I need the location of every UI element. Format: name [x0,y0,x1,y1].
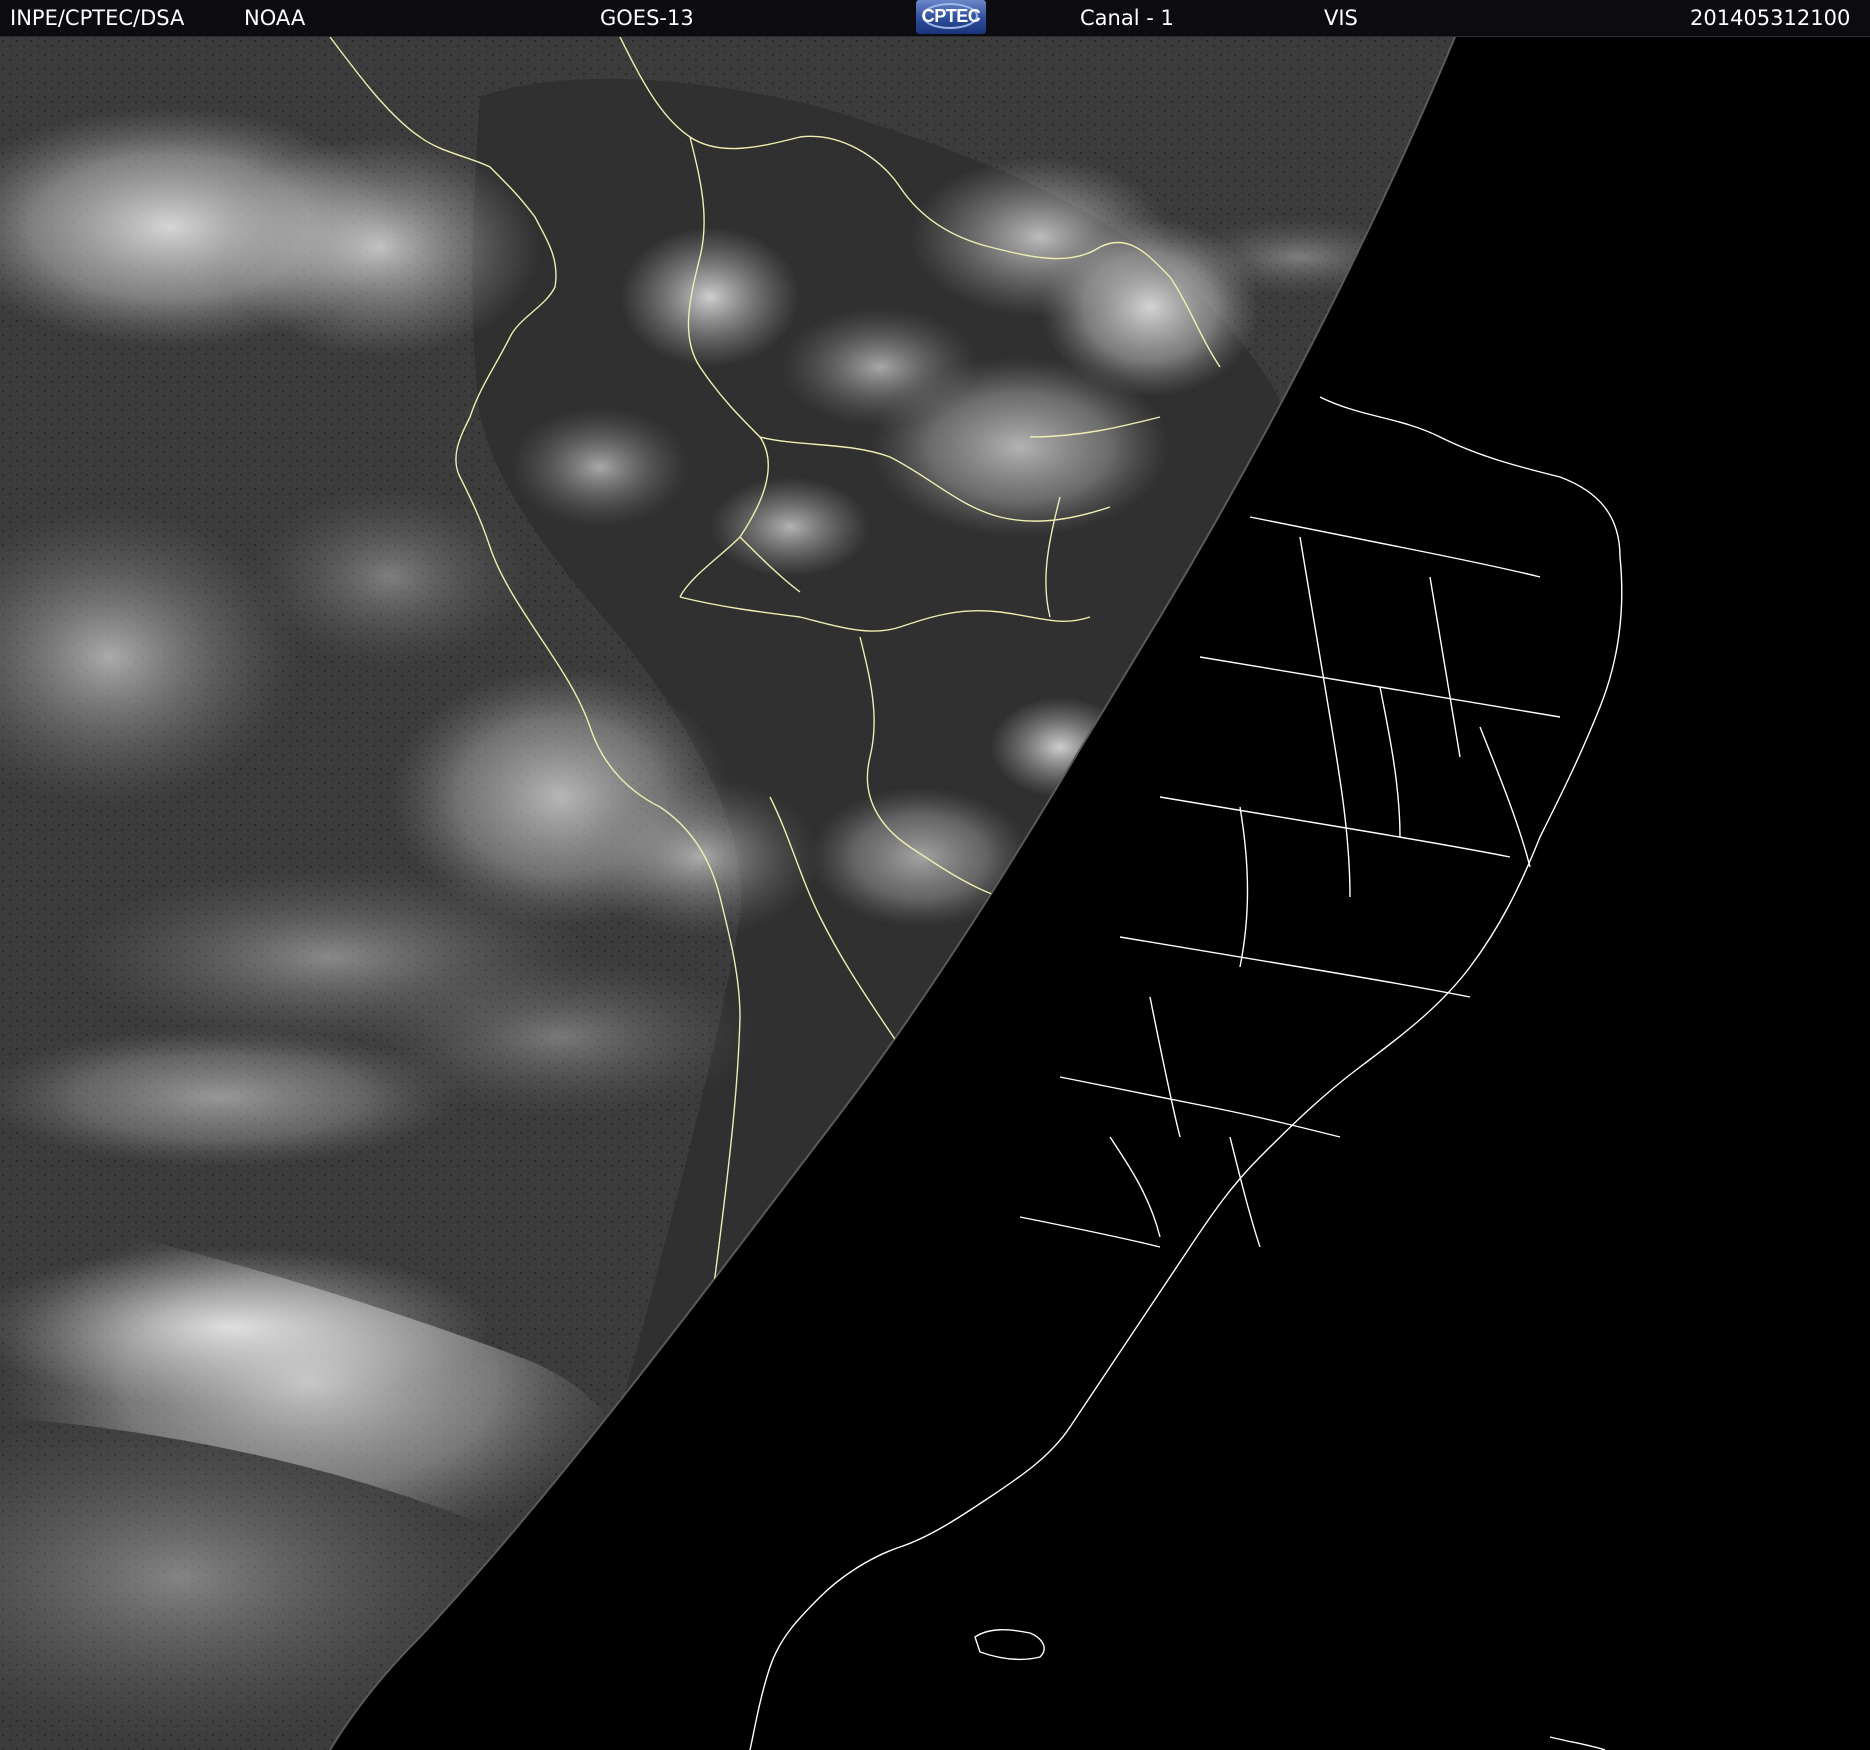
daylight-region [0,37,1455,1750]
source-label: INPE/CPTEC/DSA [10,6,185,30]
satellite-label: GOES-13 [600,6,694,30]
cptec-logo-icon: CPTEC [916,0,986,34]
agency-label: NOAA [244,6,306,30]
logo-text: CPTEC [921,6,981,26]
satellite-image [0,37,1870,1750]
channel-label: Canal - 1 [1080,6,1174,30]
satellite-map-svg [0,37,1623,1750]
band-label: VIS [1324,6,1358,30]
timestamp-label: 201405312100 [1690,6,1851,30]
header-bar: INPE/CPTEC/DSA NOAA GOES-13 CPTEC Canal … [0,0,1870,37]
